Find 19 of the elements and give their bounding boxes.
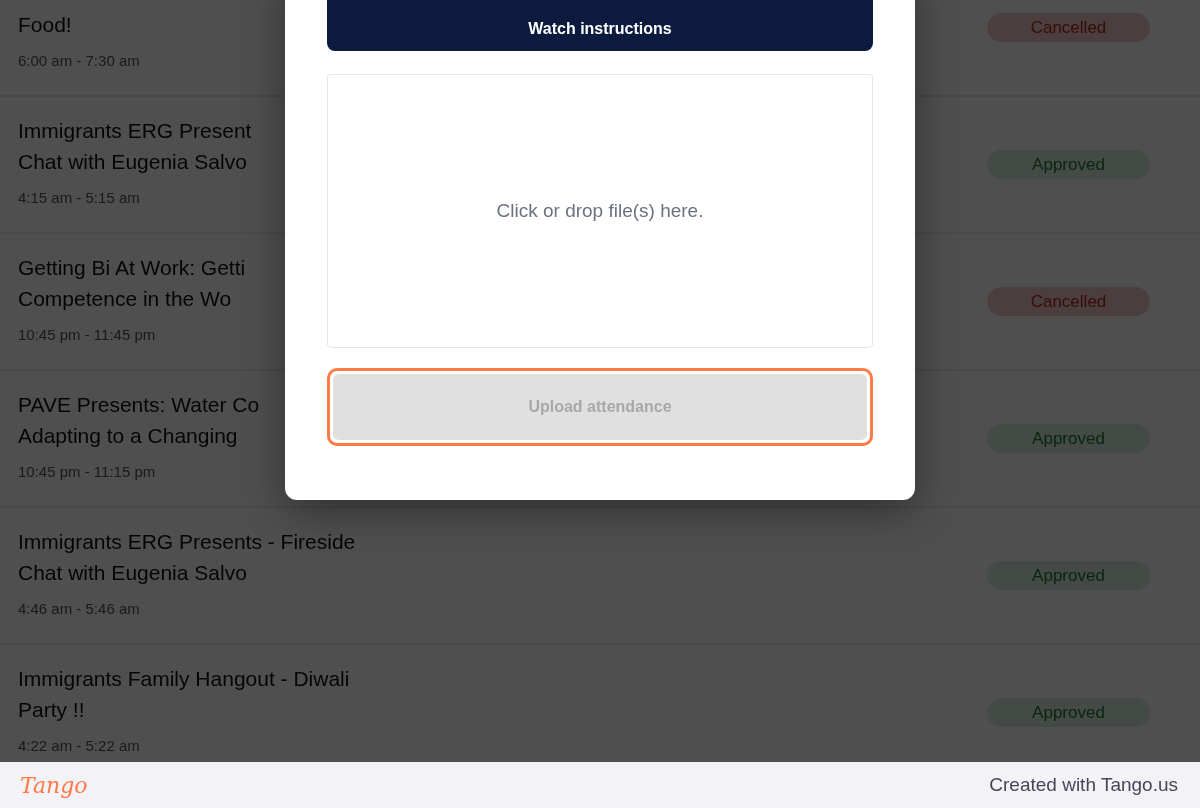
file-drop-zone[interactable]: Click or drop file(s) here. [327, 74, 873, 348]
status-badge: Approved [987, 150, 1150, 179]
status-badge: Approved [987, 561, 1150, 590]
event-title: PAVE Presents: Water Co [18, 392, 260, 418]
status-badge: Approved [987, 698, 1150, 727]
event-title: Chat with Eugenia Salvo [18, 560, 247, 586]
event-title: Chat with Eugenia Salvo [18, 149, 247, 175]
watch-instructions-button[interactable]: Watch instructions [327, 0, 873, 51]
event-title: Adapting to a Changing [18, 423, 238, 449]
event-title: Competence in the Wo [18, 286, 232, 312]
credit-text: Created with Tango.us [989, 774, 1178, 796]
status-badge: Approved [987, 424, 1150, 453]
event-title: Getting Bi At Work: Getti [18, 255, 246, 281]
drop-zone-prompt: Click or drop file(s) here. [496, 200, 704, 222]
event-title: Food! [18, 12, 72, 38]
event-title: Immigrants Family Hangout - Diwali [18, 666, 350, 692]
event-title: Immigrants ERG Presents - Fireside [18, 529, 356, 555]
event-title: Party !! [18, 697, 85, 723]
event-title: Immigrants ERG Present [18, 118, 252, 144]
